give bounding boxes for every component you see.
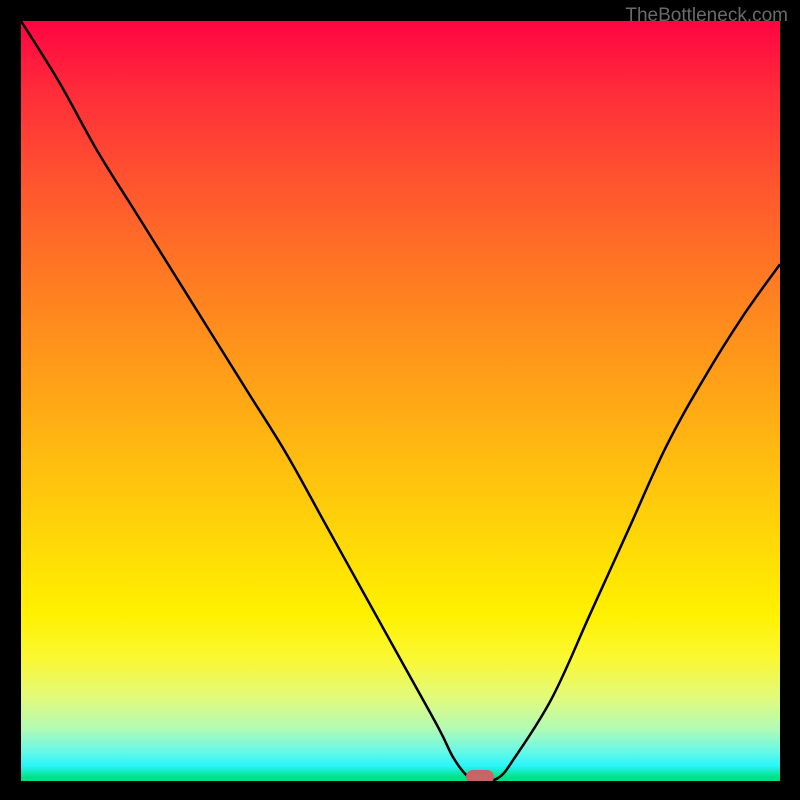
- chart-container: [21, 21, 780, 781]
- curve-plot: [21, 21, 780, 781]
- watermark-text: TheBottleneck.com: [625, 5, 788, 27]
- optimal-point-marker: [466, 770, 494, 781]
